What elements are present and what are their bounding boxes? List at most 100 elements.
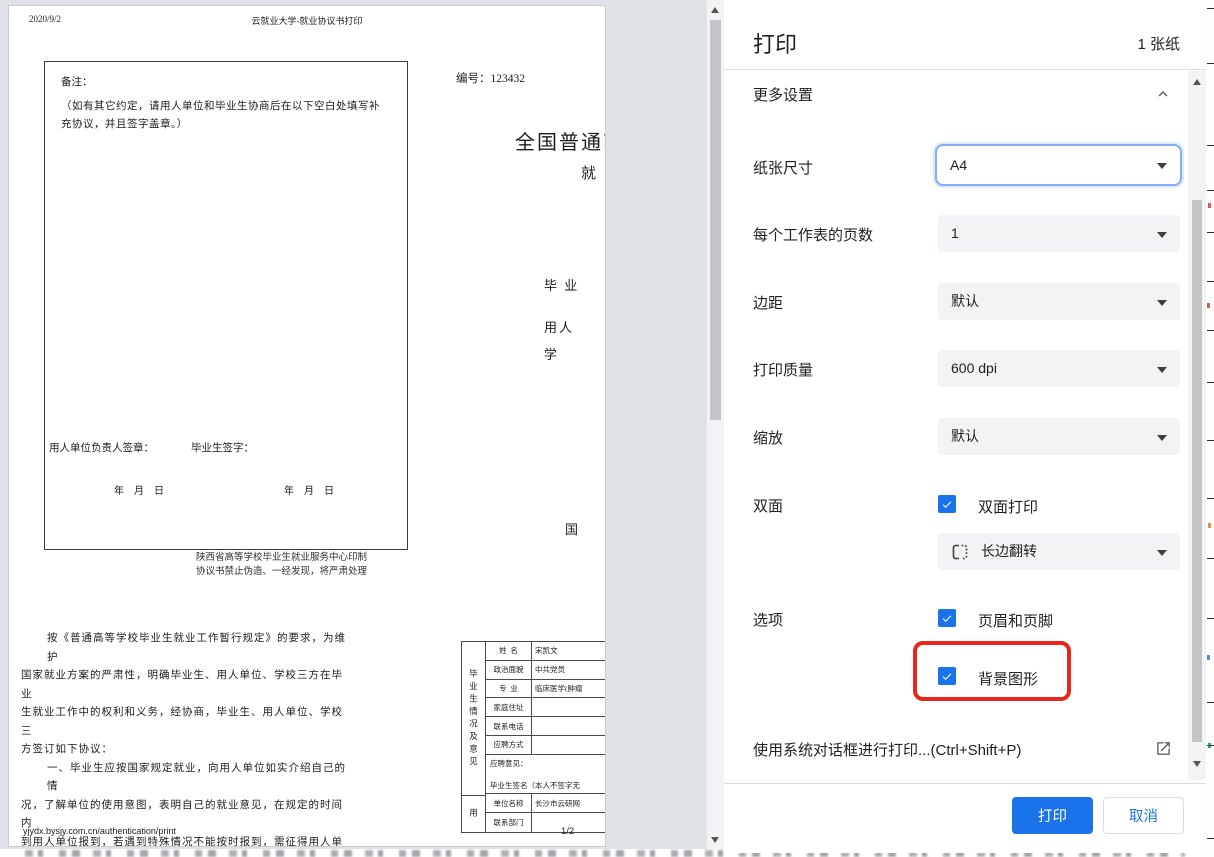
table-cell-label: 单位名称 xyxy=(486,794,532,812)
remarks-box: 备注： （如有其它约定，请用人单位和毕业生协商后在以下空白处填写补充协议，并且签… xyxy=(44,61,408,550)
table-row: 家庭住址 xyxy=(486,698,606,717)
graduate-sign-label: 毕业生签字： xyxy=(191,440,254,455)
side-label-graduate: 毕 业 xyxy=(544,275,579,294)
table-cell-value: 临床医学(肿瘤 xyxy=(532,680,606,698)
table-cell-label: 姓 名 xyxy=(486,642,532,660)
open-in-new-icon[interactable] xyxy=(1155,740,1172,762)
print-quality-select[interactable]: 600 dpi xyxy=(938,350,1180,387)
red-highlight-annotation xyxy=(913,641,1071,701)
table-cell-label: 政治面貌 xyxy=(486,661,532,679)
headers-footers-checkbox[interactable] xyxy=(938,609,956,627)
margins-select[interactable]: 默认 xyxy=(938,283,1180,320)
system-dialog-link[interactable]: 使用系统对话框进行打印...(Ctrl+Shift+P) xyxy=(753,739,1021,760)
long-edge-flip-icon xyxy=(951,543,969,561)
table-opinion-cell: 应聘意见： 毕业生签名（本人不签字无 xyxy=(486,755,606,795)
graduate-signature-note: 毕业生签名（本人不签字无 xyxy=(490,780,580,791)
header-divider xyxy=(724,69,1206,70)
doc-footer-url: yjydx.bysjy.com.cn/authentication/print xyxy=(23,826,176,836)
caret-down-icon xyxy=(1157,300,1167,306)
table-cell-label: 专 业 xyxy=(486,680,532,698)
headers-footers-checkbox-label[interactable]: 页眉和页脚 xyxy=(978,610,1053,631)
more-settings-label[interactable]: 更多设置 xyxy=(753,84,813,105)
background-page-marks xyxy=(1208,203,1211,208)
cancel-button[interactable]: 取消 xyxy=(1103,797,1184,834)
doc-header-title: 云就业大学-就业协议书打印 xyxy=(9,14,605,27)
settings-scrollbar-thumb[interactable] xyxy=(1192,200,1202,742)
agreement-subtitle-clipped: 就 xyxy=(581,162,596,183)
duplex-checkbox[interactable] xyxy=(938,495,956,513)
table-row: 联系电话 xyxy=(486,717,606,736)
duplex-mode-value: 长边翻转 xyxy=(981,533,1037,570)
table-cell-value xyxy=(532,736,606,754)
scale-value: 默认 xyxy=(951,428,979,444)
table-cell-value: 宋凯文 xyxy=(532,642,606,660)
pages-per-sheet-value: 1 xyxy=(951,225,959,241)
scroll-up-arrow-icon[interactable] xyxy=(1193,79,1201,85)
doc-page-number: 1/2 xyxy=(561,826,574,837)
check-icon xyxy=(940,497,954,511)
table-row: 联系部门 xyxy=(486,813,606,832)
date-fields-right: 年 月 日 xyxy=(284,482,334,497)
table-cell-value: 长沙市云研网 xyxy=(532,794,606,812)
print-button[interactable]: 打印 xyxy=(1012,797,1093,834)
scroll-up-arrow-icon[interactable] xyxy=(711,7,719,13)
paper-size-label: 纸张尺寸 xyxy=(753,157,813,178)
print-quality-value: 600 dpi xyxy=(951,360,997,376)
graduate-info-table: 毕业生情况及意见 用 姓 名 宋凯文 政治面貌 中共党员 专 业 临床医学(肿瘤 xyxy=(461,641,606,833)
options-label: 选项 xyxy=(753,609,783,630)
background-page-lines xyxy=(1207,8,1214,9)
caret-down-icon xyxy=(1157,435,1167,441)
chrome-print-dialog: 2020/9/2 云就业大学-就业协议书打印 备注： （如有其它约定，请用人单位… xyxy=(0,0,1214,857)
table-section1-header: 毕业生情况及意见 xyxy=(462,642,485,796)
remarks-title: 备注： xyxy=(61,74,93,89)
pages-per-sheet-select[interactable]: 1 xyxy=(938,215,1180,252)
scale-select[interactable]: 默认 xyxy=(938,418,1180,455)
para-line: 按《普通高等学校毕业生就业工作暂行规定》的要求，为维护 xyxy=(21,630,351,667)
table-rows: 姓 名 宋凯文 政治面貌 中共党员 专 业 临床医学(肿瘤 家庭住址 xyxy=(486,642,606,832)
para-line: 生就业工作中的权利和义务，经协商，毕业生、用人单位、学校三 xyxy=(21,704,351,741)
para-line: 一、毕业生应按国家规定就业，向用人单位如实介绍自己的情 xyxy=(21,760,351,797)
caret-down-icon xyxy=(1157,550,1167,556)
remarks-body: （如有其它约定，请用人单位和毕业生协商后在以下空白处填写补充协议，并且签字盖章。… xyxy=(61,98,387,133)
table-row: 专 业 临床医学(肿瘤 xyxy=(486,680,606,699)
table-row: 应聘方式 xyxy=(486,736,606,755)
preview-scrollbar-thumb[interactable] xyxy=(710,20,721,420)
table-section2-header: 用 xyxy=(462,796,485,832)
scroll-down-arrow-icon[interactable] xyxy=(1193,761,1201,767)
date-fields-left: 年 月 日 xyxy=(114,482,164,497)
margins-label: 边距 xyxy=(753,292,783,313)
table-cell-label: 家庭住址 xyxy=(486,698,532,716)
table-cell-value xyxy=(532,717,606,735)
sheet-count: 1 张纸 xyxy=(1137,33,1180,54)
paper-size-select[interactable]: A4 xyxy=(935,144,1182,186)
table-cell-value: 中共党员 xyxy=(532,661,606,679)
caret-down-icon xyxy=(1157,163,1167,169)
duplex-mode-select[interactable]: 长边翻转 xyxy=(938,533,1180,570)
settings-scrollbar[interactable] xyxy=(1188,71,1206,780)
para-line: 国家就业方案的严肃性，明确毕业生、用人单位、学校三方在毕业 xyxy=(21,667,351,704)
chevron-up-icon[interactable] xyxy=(1154,85,1172,108)
table-cell-label: 联系电话 xyxy=(486,717,532,735)
print-center-note: 陕西省高等学校毕业生就业服务中心印制 xyxy=(196,549,367,563)
dialog-title: 打印 xyxy=(753,27,797,59)
side-label-employer: 用人 xyxy=(544,317,574,336)
footer-divider xyxy=(724,783,1206,784)
preview-scrollbar[interactable] xyxy=(707,0,724,849)
paper-size-value: A4 xyxy=(950,157,967,173)
background-page-edge xyxy=(1206,0,1214,857)
duplex-checkbox-label[interactable]: 双面打印 xyxy=(978,496,1038,517)
table-row: 政治面貌 中共党员 xyxy=(486,661,606,680)
print-preview-area: 2020/9/2 云就业大学-就业协议书打印 备注： （如有其它约定，请用人单位… xyxy=(0,0,707,849)
scroll-down-arrow-icon[interactable] xyxy=(711,837,719,843)
table-vertical-headers: 毕业生情况及意见 用 xyxy=(462,642,486,832)
para-line: 方签订如下协议： xyxy=(21,741,351,760)
agreement-title-clipped: 全国普通高 xyxy=(515,126,606,155)
side-label-country: 国 xyxy=(565,519,580,538)
table-cell-label: 联系部门 xyxy=(486,813,532,832)
pages-per-sheet-label: 每个工作表的页数 xyxy=(753,224,873,245)
margins-value: 默认 xyxy=(951,293,979,309)
agreement-body-paragraph: 按《普通高等学校毕业生就业工作暂行规定》的要求，为维护 国家就业方案的严肃性，明… xyxy=(21,630,351,847)
preview-page: 2020/9/2 云就业大学-就业协议书打印 备注： （如有其它约定，请用人单位… xyxy=(8,5,606,847)
employer-sign-label: 用人单位负责人签章： xyxy=(49,440,154,455)
forgery-warning-note: 协议书禁止伪造、一经发现，将严肃处理 xyxy=(196,563,367,577)
